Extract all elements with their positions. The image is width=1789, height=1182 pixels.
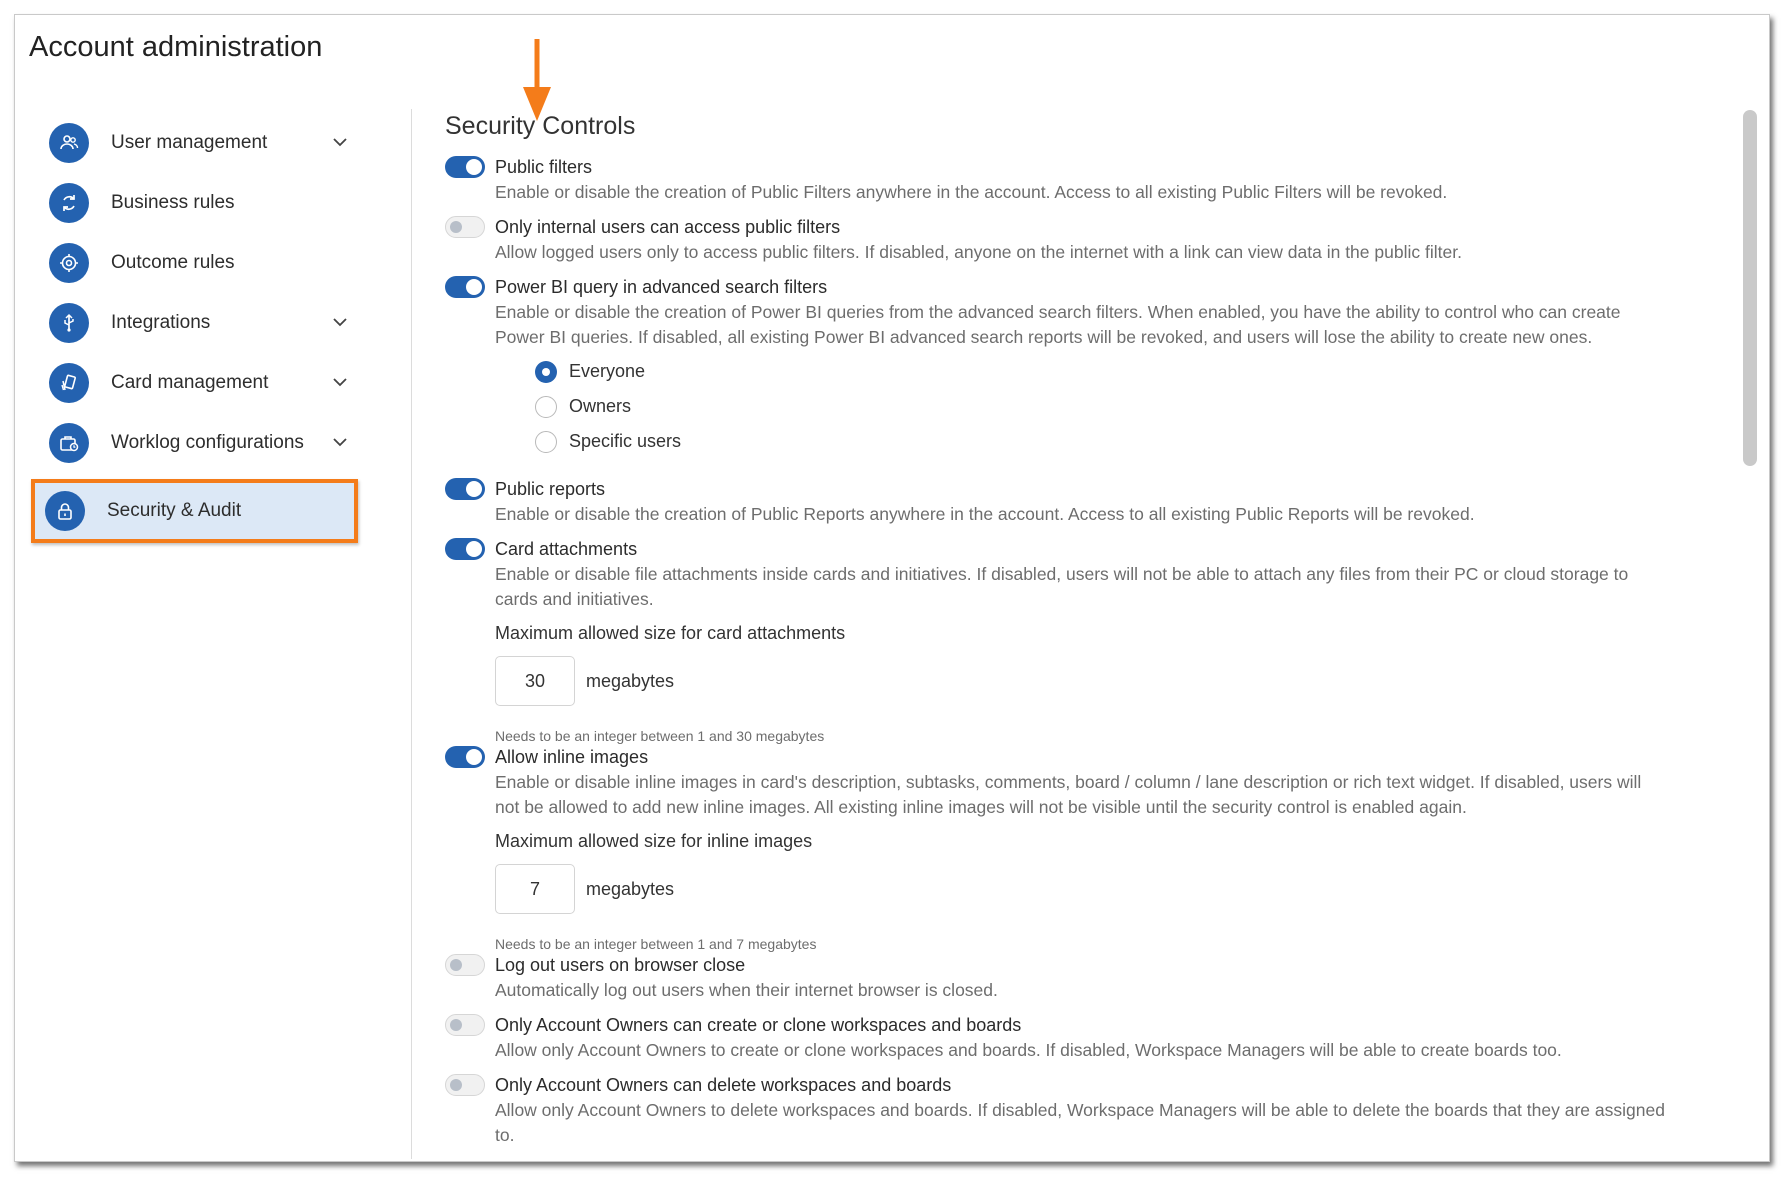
power-bi-query-toggle[interactable] — [445, 276, 485, 298]
sidebar-item-outcome-rules[interactable]: Outcome rules — [35, 233, 395, 293]
inline-images-toggle[interactable] — [445, 746, 485, 768]
sidebar-item-card-management[interactable]: Card management — [35, 353, 395, 413]
annotation-arrow-icon — [523, 39, 551, 121]
setting-title: Only Account Owners can delete workspace… — [495, 1075, 952, 1095]
setting-logout-on-close: Log out users on browser close Automatic… — [445, 953, 1740, 1003]
vertical-scrollbar[interactable] — [1743, 110, 1757, 466]
setting-inline-images: Allow inline images Enable or disable in… — [445, 745, 1740, 952]
sidebar-item-label: Card management — [111, 372, 269, 393]
setting-title: Power BI query in advanced search filter… — [495, 277, 828, 297]
setting-description-line: to. — [495, 1125, 515, 1145]
cards-icon — [49, 363, 89, 403]
radio-option-owners[interactable]: Owners — [535, 389, 1740, 424]
internal-users-public-filters-toggle[interactable] — [445, 216, 485, 238]
max-inline-image-size-row: megabytes — [495, 864, 1740, 914]
setting-description: Enable or disable the creation of Public… — [495, 504, 1475, 524]
unit-label: megabytes — [586, 670, 675, 691]
setting-title: Public reports — [495, 479, 606, 499]
security-controls-panel: Security Controls Public filters Enable … — [445, 112, 1740, 1148]
target-icon — [49, 243, 89, 283]
setting-description-line: Enable or disable file attachments insid… — [495, 564, 1629, 584]
setting-title: Public filters — [495, 157, 593, 177]
radio-option-everyone[interactable]: Everyone — [535, 354, 1740, 389]
setting-internal-public-filters: Only internal users can access public fi… — [445, 215, 1740, 265]
setting-description-line: cards and initiatives. — [495, 589, 654, 609]
chevron-down-icon[interactable] — [331, 433, 349, 451]
validation-hint: Needs to be an integer between 1 and 7 m… — [495, 936, 817, 952]
max-inline-image-size-label: Maximum allowed size for inline images — [495, 831, 813, 851]
radio-label: Owners — [569, 396, 632, 416]
setting-public-reports: Public reports Enable or disable the cre… — [445, 477, 1740, 527]
setting-description: Allow only Account Owners to create or c… — [495, 1040, 1562, 1060]
public-reports-toggle[interactable] — [445, 478, 485, 500]
public-filters-toggle[interactable] — [445, 156, 485, 178]
owners-delete-toggle[interactable] — [445, 1074, 485, 1096]
sidebar-item-integrations[interactable]: Integrations — [35, 293, 395, 353]
usb-icon — [49, 303, 89, 343]
app-window: Account administration User management B… — [14, 14, 1770, 1162]
radio-button[interactable] — [535, 395, 557, 418]
section-title: Security Controls — [445, 112, 636, 140]
setting-description: Enable or disable the creation of Public… — [495, 182, 1448, 202]
setting-title: Only Account Owners can create or clone … — [495, 1015, 1022, 1035]
setting-public-filters: Public filters Enable or disable the cre… — [445, 155, 1740, 205]
setting-power-bi-query: Power BI query in advanced search filter… — [445, 275, 1740, 459]
sidebar-item-label: Outcome rules — [111, 252, 235, 273]
sidebar-item-label: User management — [111, 132, 268, 153]
sidebar-item-label: Business rules — [111, 192, 235, 213]
chevron-down-icon[interactable] — [331, 133, 349, 151]
users-icon — [49, 123, 89, 163]
setting-description-line: Allow only Account Owners to delete work… — [495, 1100, 1665, 1120]
sidebar-item-label: Security & Audit — [107, 500, 242, 521]
setting-description-line: Enable or disable the creation of Power … — [495, 302, 1621, 322]
max-attachment-size-input[interactable] — [495, 656, 575, 706]
setting-description: Automatically log out users when their i… — [495, 980, 998, 1000]
sidebar-item-security-audit[interactable]: Security & Audit — [31, 479, 358, 543]
unit-label: megabytes — [586, 878, 675, 899]
radio-button[interactable] — [535, 360, 557, 383]
radio-label: Specific users — [569, 431, 682, 451]
max-attachment-size-label: Maximum allowed size for card attachment… — [495, 623, 846, 643]
setting-description-line: not be allowed to add new inline images.… — [495, 797, 1467, 817]
setting-title: Allow inline images — [495, 747, 649, 767]
setting-title: Only internal users can access public fi… — [495, 217, 841, 237]
lock-icon — [45, 491, 85, 531]
max-attachment-size-row: megabytes — [495, 656, 1740, 706]
chevron-down-icon[interactable] — [331, 373, 349, 391]
briefcase-clock-icon — [49, 423, 89, 463]
radio-option-specific-users[interactable]: Specific users — [535, 424, 1740, 459]
chevron-down-icon[interactable] — [331, 313, 349, 331]
sidebar-item-worklog-configurations[interactable]: Worklog configurations — [35, 413, 395, 473]
sidebar-item-business-rules[interactable]: Business rules — [35, 173, 395, 233]
page-title: Account administration — [29, 31, 323, 63]
validation-hint: Needs to be an integer between 1 and 30 … — [495, 728, 825, 744]
setting-owners-delete: Only Account Owners can delete workspace… — [445, 1073, 1740, 1148]
card-attachments-toggle[interactable] — [445, 538, 485, 560]
max-inline-image-size-input[interactable] — [495, 864, 575, 914]
logout-on-close-toggle[interactable] — [445, 954, 485, 976]
setting-description-line: Power BI queries. If disabled, all exist… — [495, 327, 1593, 347]
radio-label: Everyone — [569, 361, 646, 381]
sidebar-item-label: Worklog configurations — [111, 432, 304, 453]
setting-card-attachments: Card attachments Enable or disable file … — [445, 537, 1740, 744]
setting-title: Card attachments — [495, 539, 638, 559]
sidebar: User management Business rules Outcome r… — [31, 113, 395, 543]
sidebar-divider — [411, 109, 412, 1159]
setting-owners-create-clone: Only Account Owners can create or clone … — [445, 1013, 1740, 1063]
owners-create-clone-toggle[interactable] — [445, 1014, 485, 1036]
sidebar-item-label: Integrations — [111, 312, 211, 333]
sidebar-item-user-management[interactable]: User management — [35, 113, 395, 173]
setting-title: Log out users on browser close — [495, 955, 746, 975]
setting-description-line: Enable or disable inline images in card'… — [495, 772, 1642, 792]
radio-button[interactable] — [535, 430, 557, 453]
setting-description: Allow logged users only to access public… — [495, 242, 1462, 262]
refresh-icon — [49, 183, 89, 223]
power-bi-access-radio-group: Everyone Owners Specific users — [495, 354, 1740, 459]
